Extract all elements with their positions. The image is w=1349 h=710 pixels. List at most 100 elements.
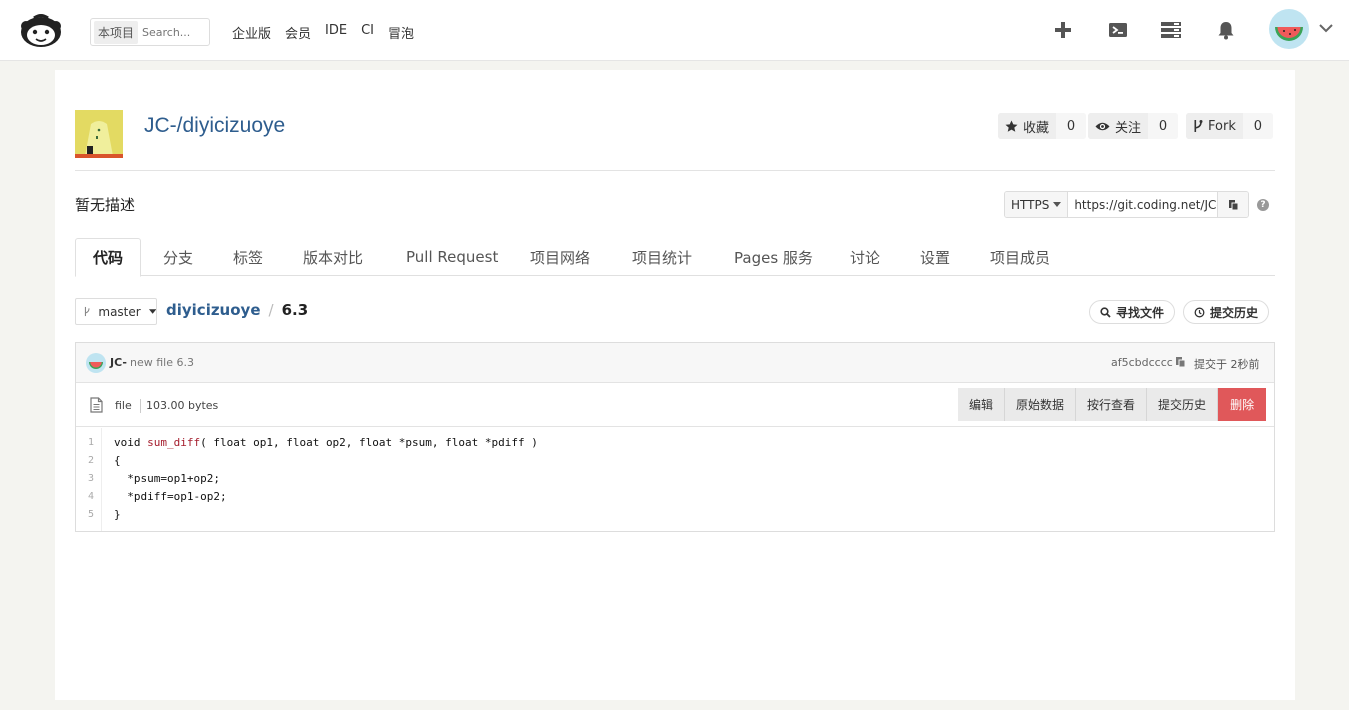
project-avatar[interactable] bbox=[75, 110, 123, 158]
bell-icon[interactable] bbox=[1214, 18, 1238, 42]
tab-pages[interactable]: Pages 服务 bbox=[734, 238, 813, 276]
star-label: 收藏 bbox=[1023, 120, 1050, 136]
main-panel: JC-/diyicizuoye 收藏 0 关注 0 Fork 0 暂无描述 HT… bbox=[55, 70, 1295, 700]
breadcrumb-file: 6.3 bbox=[281, 301, 309, 319]
caret-down-icon bbox=[1053, 202, 1062, 207]
star-count: 0 bbox=[1056, 113, 1087, 139]
help-icon[interactable]: ? bbox=[1257, 199, 1269, 211]
breadcrumb-separator: / bbox=[268, 301, 274, 319]
commit-author-avatar[interactable] bbox=[86, 353, 106, 373]
file-actions: 编辑 原始数据 按行查看 提交历史 删除 bbox=[958, 388, 1267, 421]
fork-count: 0 bbox=[1242, 113, 1273, 139]
search-input[interactable] bbox=[142, 25, 207, 39]
code-function-name: sum_diff bbox=[147, 436, 201, 449]
fork-icon bbox=[1194, 120, 1203, 132]
watch-count: 0 bbox=[1148, 113, 1179, 139]
chevron-down-icon[interactable] bbox=[1318, 22, 1334, 38]
file-info-bar: file 103.00 bytes 编辑 原始数据 按行查看 提交历史 删除 bbox=[76, 384, 1274, 427]
line-number[interactable]: 2 bbox=[76, 455, 94, 466]
tab-settings[interactable]: 设置 bbox=[920, 238, 950, 276]
tab-code[interactable]: 代码 bbox=[75, 238, 142, 277]
raw-button[interactable]: 原始数据 bbox=[1005, 388, 1077, 421]
file-size: 103.00 bytes bbox=[146, 399, 219, 412]
branch-icon bbox=[84, 306, 90, 317]
history-button[interactable]: 提交历史 bbox=[1183, 300, 1270, 324]
file-history-button[interactable]: 提交历史 bbox=[1147, 388, 1219, 421]
blame-button[interactable]: 按行查看 bbox=[1076, 388, 1148, 421]
star-icon bbox=[1005, 120, 1018, 132]
tab-tags[interactable]: 标签 bbox=[233, 238, 263, 276]
copy-icon[interactable] bbox=[1218, 192, 1249, 217]
divider bbox=[75, 170, 1275, 171]
line-number[interactable]: 1 bbox=[76, 437, 94, 448]
tab-network[interactable]: 项目网络 bbox=[530, 238, 590, 276]
clone-protocol-select[interactable]: HTTPS bbox=[1005, 192, 1069, 217]
clone-box: HTTPS https://git.coding.net/JC-/diyiciz… bbox=[1004, 191, 1250, 218]
top-nav: 企业版 会员 IDE CI 冒泡 bbox=[232, 23, 428, 42]
fork-label: Fork bbox=[1208, 118, 1236, 134]
clock-icon bbox=[1194, 307, 1205, 317]
tab-pull-request[interactable]: Pull Request bbox=[406, 238, 498, 276]
code-line: *psum=op1+op2; bbox=[114, 472, 220, 485]
code-line: void sum_diff( float op1, float op2, flo… bbox=[114, 436, 538, 449]
search-icon bbox=[1100, 306, 1111, 318]
watch-button[interactable]: 关注 0 bbox=[1088, 113, 1179, 139]
tab-discussion[interactable]: 讨论 bbox=[850, 238, 880, 276]
project-title[interactable]: JC-/diyicizuoye bbox=[144, 114, 285, 138]
plus-icon[interactable] bbox=[1051, 18, 1075, 42]
file-icon bbox=[90, 397, 103, 417]
caret-down-icon bbox=[148, 309, 156, 314]
top-bar: 本项目 企业版 会员 IDE CI 冒泡 bbox=[0, 0, 1349, 61]
tab-statistics[interactable]: 项目统计 bbox=[632, 238, 692, 276]
terminal-icon[interactable] bbox=[1106, 18, 1130, 42]
star-button[interactable]: 收藏 0 bbox=[998, 113, 1087, 139]
clone-url-field[interactable]: https://git.coding.net/JC-/diyicizuoye.g… bbox=[1068, 192, 1219, 217]
nav-bubble[interactable]: 冒泡 bbox=[388, 23, 414, 42]
find-file-button[interactable]: 寻找文件 bbox=[1089, 300, 1176, 324]
line-number[interactable]: 4 bbox=[76, 491, 94, 502]
branch-name: master bbox=[98, 304, 141, 319]
file-viewer: JC- new file 6.3 af5cbdcccc 提交于 2秒前 file… bbox=[75, 342, 1275, 532]
commit-time: 提交于 2秒前 bbox=[1194, 358, 1260, 371]
nav-member[interactable]: 会员 bbox=[285, 23, 311, 42]
breadcrumb-repo[interactable]: diyicizuoye bbox=[166, 301, 261, 319]
code-view: 1 2 3 4 5 void sum_diff( float op1, floa… bbox=[76, 428, 1274, 531]
fork-button[interactable]: Fork 0 bbox=[1186, 113, 1273, 139]
server-icon[interactable] bbox=[1159, 18, 1183, 42]
nav-ci[interactable]: CI bbox=[361, 23, 374, 42]
search-box[interactable]: 本项目 bbox=[90, 18, 210, 46]
tab-branches[interactable]: 分支 bbox=[163, 238, 193, 276]
code-line: *pdiff=op1-op2; bbox=[114, 490, 227, 503]
code-keyword: void bbox=[114, 436, 148, 449]
delete-button[interactable]: 删除 bbox=[1218, 388, 1267, 421]
coding-logo-icon[interactable] bbox=[18, 12, 64, 48]
code-line: { bbox=[114, 454, 121, 467]
line-number[interactable]: 5 bbox=[76, 509, 94, 520]
eye-icon bbox=[1095, 122, 1110, 130]
breadcrumb: diyicizuoye / 6.3 bbox=[166, 301, 308, 319]
project-description: 暂无描述 bbox=[75, 196, 136, 214]
tab-compare[interactable]: 版本对比 bbox=[303, 238, 363, 276]
tab-members[interactable]: 项目成员 bbox=[990, 238, 1050, 276]
branch-select[interactable]: master bbox=[75, 298, 157, 325]
clone-protocol-label: HTTPS bbox=[1011, 197, 1050, 212]
nav-enterprise[interactable]: 企业版 bbox=[232, 23, 271, 42]
code-params: ( float op1, float op2, float *psum, flo… bbox=[200, 436, 538, 449]
commit-author[interactable]: JC- bbox=[110, 356, 127, 369]
edit-button[interactable]: 编辑 bbox=[958, 388, 1006, 421]
commit-bar: JC- new file 6.3 af5cbdcccc 提交于 2秒前 bbox=[76, 343, 1274, 383]
commit-message[interactable]: new file 6.3 bbox=[130, 356, 194, 369]
line-number[interactable]: 3 bbox=[76, 473, 94, 484]
search-scope[interactable]: 本项目 bbox=[94, 20, 139, 44]
line-number-gutter: 1 2 3 4 5 bbox=[76, 428, 102, 531]
file-type: file bbox=[115, 399, 141, 413]
code-line: } bbox=[114, 508, 121, 521]
user-avatar[interactable] bbox=[1269, 9, 1309, 49]
commit-hash[interactable]: af5cbdcccc bbox=[1111, 356, 1173, 369]
project-tabs: 代码 分支 标签 版本对比 Pull Request 项目网络 项目统计 Pag… bbox=[75, 238, 1275, 277]
history-label: 提交历史 bbox=[1210, 305, 1259, 320]
watch-label: 关注 bbox=[1115, 120, 1142, 136]
find-file-label: 寻找文件 bbox=[1116, 305, 1165, 320]
nav-ide[interactable]: IDE bbox=[325, 23, 347, 42]
copy-icon[interactable] bbox=[1175, 356, 1186, 372]
